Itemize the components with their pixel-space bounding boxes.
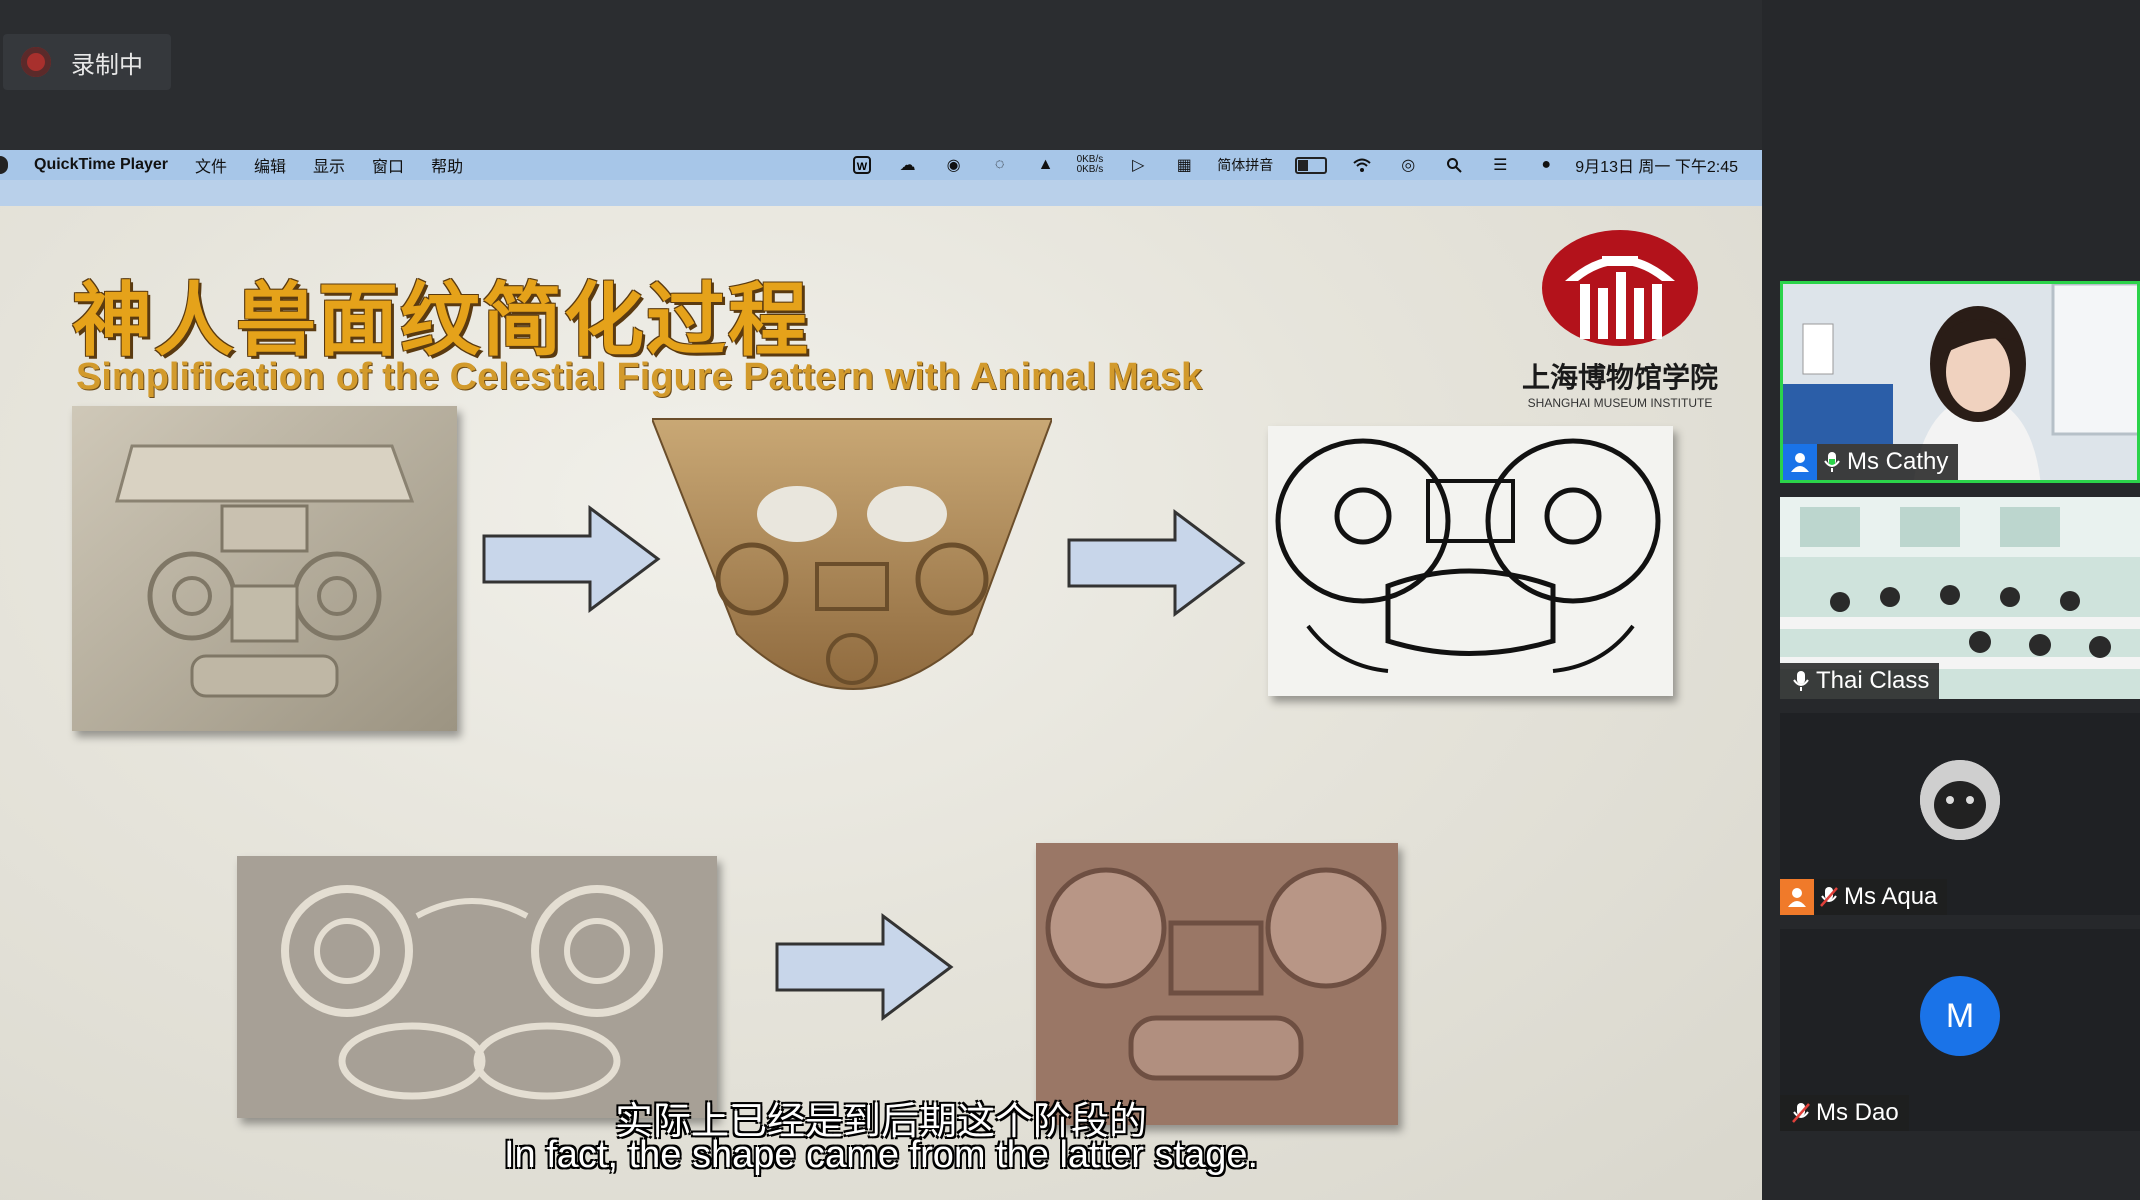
bell-icon[interactable]: ▲ bbox=[1035, 156, 1057, 174]
nameplate-ms-dao: Ms Dao bbox=[1780, 1095, 1909, 1131]
control-center-icon[interactable]: ☰ bbox=[1489, 156, 1511, 174]
microphone-icon bbox=[1817, 444, 1847, 480]
arrow-right-icon bbox=[775, 913, 954, 1021]
network-speed: 0KB/s 0KB/s bbox=[1077, 155, 1104, 175]
menu-item-file[interactable]: 文件 bbox=[195, 153, 227, 177]
artifact-image-jade-mask bbox=[652, 418, 1052, 690]
user-icon[interactable]: ◎ bbox=[1397, 156, 1419, 174]
window-title-strip bbox=[0, 180, 1762, 206]
apple-menu-icon[interactable] bbox=[0, 156, 8, 174]
host-person-icon bbox=[1783, 444, 1817, 480]
cloud-sync-icon[interactable]: ☁ bbox=[897, 156, 919, 174]
museum-logo: 上海博物馆学院 SHANGHAI MUSEUM INSTITUTE bbox=[1520, 226, 1720, 411]
word-icon[interactable]: W bbox=[851, 156, 873, 174]
record-app-icon[interactable]: ◉ bbox=[943, 156, 965, 174]
menu-app-name[interactable]: QuickTime Player bbox=[34, 156, 168, 174]
participant-name: Thai Class bbox=[1816, 667, 1930, 694]
nameplate-ms-aqua: Ms Aqua bbox=[1780, 879, 1948, 915]
siri-icon[interactable]: ● bbox=[1535, 156, 1557, 174]
arrow-right-icon bbox=[482, 505, 661, 613]
slide-title-en: Simplification of the Celestial Figure P… bbox=[76, 356, 1203, 398]
participant-person-icon bbox=[1780, 879, 1814, 915]
recording-indicator[interactable]: 录制中 bbox=[3, 34, 171, 90]
participant-name: Ms Dao bbox=[1816, 1099, 1899, 1126]
participant-name: Ms Cathy bbox=[1847, 448, 1949, 475]
menu-clock: 9月13日 周一 下午2:45 bbox=[1575, 159, 1738, 176]
battery-icon[interactable] bbox=[1295, 156, 1328, 174]
microphone-muted-icon bbox=[1814, 879, 1844, 915]
nameplate-thai-class: Thai Class bbox=[1780, 663, 1940, 699]
arrow-right-icon bbox=[1067, 509, 1246, 617]
artifact-image-relief-face bbox=[72, 406, 457, 731]
menu-item-help[interactable]: 帮助 bbox=[431, 153, 463, 177]
artifact-image-brown-carving bbox=[1036, 843, 1398, 1125]
participant-gallery: Ms Cathy Thai Class Ms Aqua M Ms Dao bbox=[1762, 0, 2140, 1200]
avatar-ms-dao: M bbox=[1920, 976, 2000, 1056]
museum-emblem-icon bbox=[1542, 230, 1698, 346]
microphone-icon bbox=[1786, 663, 1816, 699]
play-icon[interactable]: ▷ bbox=[1127, 156, 1149, 174]
mac-menu-bar: QuickTime Player 文件 编辑 显示 窗口 帮助 W ☁ ◉ ◌ … bbox=[0, 150, 1762, 180]
menu-item-window[interactable]: 窗口 bbox=[372, 153, 404, 177]
microphone-muted-icon bbox=[1786, 1095, 1816, 1131]
record-icon bbox=[21, 47, 51, 77]
artifact-image-ink-rubbing bbox=[1268, 426, 1673, 696]
participant-tile-ms-cathy[interactable]: Ms Cathy bbox=[1780, 281, 2140, 483]
logo-text-en: SHANGHAI MUSEUM INSTITUTE bbox=[1527, 396, 1713, 410]
participant-name: Ms Aqua bbox=[1844, 883, 1938, 910]
nameplate-ms-cathy: Ms Cathy bbox=[1783, 444, 1959, 480]
chat-icon[interactable]: ◌ bbox=[989, 156, 1011, 174]
shared-screen: QuickTime Player 文件 编辑 显示 窗口 帮助 W ☁ ◉ ◌ … bbox=[0, 150, 1762, 1200]
network-speed-down: 0KB/s bbox=[1076, 164, 1104, 175]
subtitle-en: In fact, the shape came from the latter … bbox=[503, 1134, 1259, 1176]
avatar-ms-aqua bbox=[1920, 760, 2000, 840]
menu-item-edit[interactable]: 编辑 bbox=[254, 153, 286, 177]
artifact-image-carved-eyes bbox=[237, 856, 717, 1118]
presentation-slide: 神人兽面纹简化过程 Simplification of the Celestia… bbox=[0, 206, 1762, 1200]
slide-title-cn: 神人兽面纹简化过程 bbox=[72, 276, 810, 365]
input-method-icon[interactable]: ▦ bbox=[1173, 156, 1195, 174]
participant-tile-ms-dao[interactable]: M Ms Dao bbox=[1780, 929, 2140, 1131]
menu-status-area: W ☁ ◉ ◌ ▲ 0KB/s 0KB/s ▷ ▦ 简体拼音 ◎ ☰ ● 9月1… bbox=[827, 150, 1762, 180]
participant-tile-thai-class[interactable]: Thai Class bbox=[1780, 497, 2140, 699]
menu-item-view[interactable]: 显示 bbox=[313, 153, 345, 177]
input-method-label[interactable]: 简体拼音 bbox=[1217, 155, 1273, 175]
svg-text:W: W bbox=[856, 161, 867, 173]
participant-tile-ms-aqua[interactable]: Ms Aqua bbox=[1780, 713, 2140, 915]
logo-text-cn: 上海博物馆学院 bbox=[1521, 361, 1718, 394]
recording-label: 录制中 bbox=[71, 51, 143, 79]
search-icon[interactable] bbox=[1443, 156, 1465, 174]
wifi-icon[interactable] bbox=[1351, 156, 1373, 174]
